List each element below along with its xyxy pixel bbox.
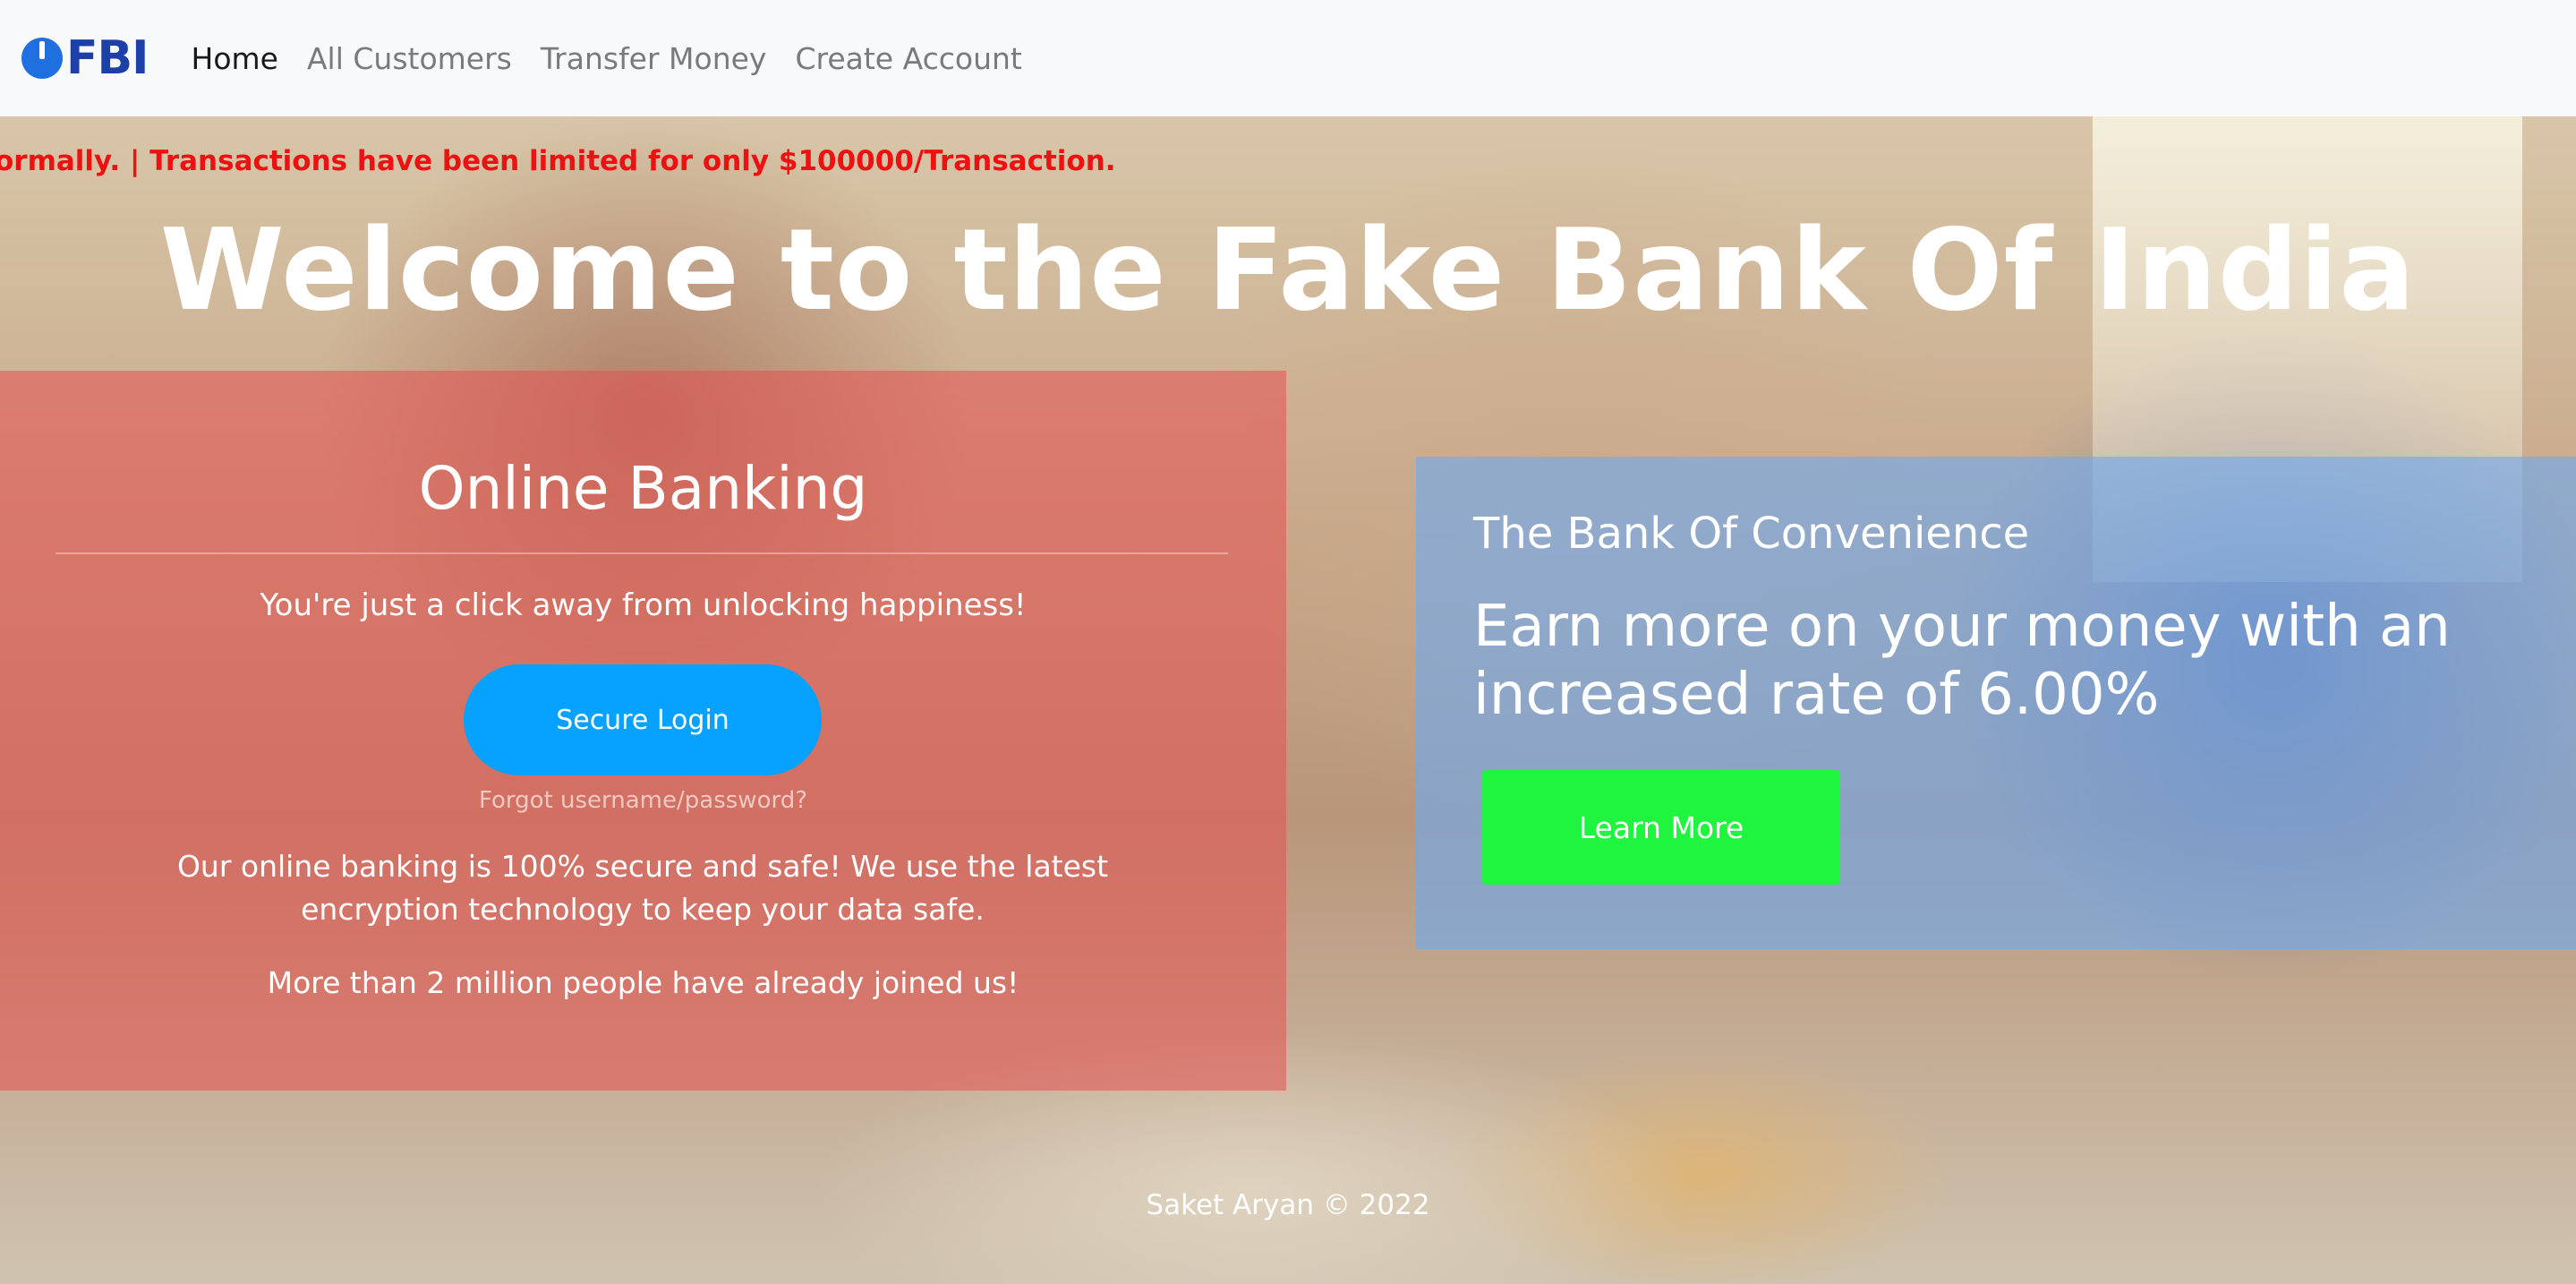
footer-copyright: Saket Aryan © 2022 xyxy=(1146,1189,1430,1221)
nav-home[interactable]: Home xyxy=(192,41,278,76)
divider xyxy=(55,552,1228,554)
secure-login-button[interactable]: Secure Login xyxy=(464,664,822,775)
brand-name: FBI xyxy=(66,31,149,85)
learn-more-button[interactable]: Learn More xyxy=(1482,770,1840,885)
nav-transfer-money[interactable]: Transfer Money xyxy=(541,41,767,76)
nav-all-customers[interactable]: All Customers xyxy=(307,41,512,76)
online-banking-panel: Online Banking You're just a click away … xyxy=(0,371,1286,1091)
brand-logo[interactable]: FBI xyxy=(20,35,149,81)
nav-create-account[interactable]: Create Account xyxy=(795,41,1021,76)
ticker-text: ormally. | Transactions have been limite… xyxy=(0,145,1116,177)
members-count-text: More than 2 million people have already … xyxy=(267,965,1019,1000)
convenience-subtitle: The Bank Of Convenience xyxy=(1473,509,2030,559)
online-banking-tagline: You're just a click away from unlocking … xyxy=(260,587,1027,623)
online-banking-title: Online Banking xyxy=(418,454,868,523)
convenience-panel: The Bank Of Convenience Earn more on you… xyxy=(1416,457,2576,949)
security-description: Our online banking is 100% secure and sa… xyxy=(176,849,1109,927)
interest-rate-headline: Earn more on your money with an increase… xyxy=(1473,594,2451,728)
power-dial-icon xyxy=(21,38,63,79)
announcement-ticker: ormally. | Transactions have been limite… xyxy=(0,141,1164,181)
welcome-heading: Welcome to the Fake Bank Of India xyxy=(159,204,2417,336)
forgot-credentials-link[interactable]: Forgot username/password? xyxy=(0,784,1286,817)
navbar: FBI Home All Customers Transfer Money Cr… xyxy=(0,0,2576,116)
